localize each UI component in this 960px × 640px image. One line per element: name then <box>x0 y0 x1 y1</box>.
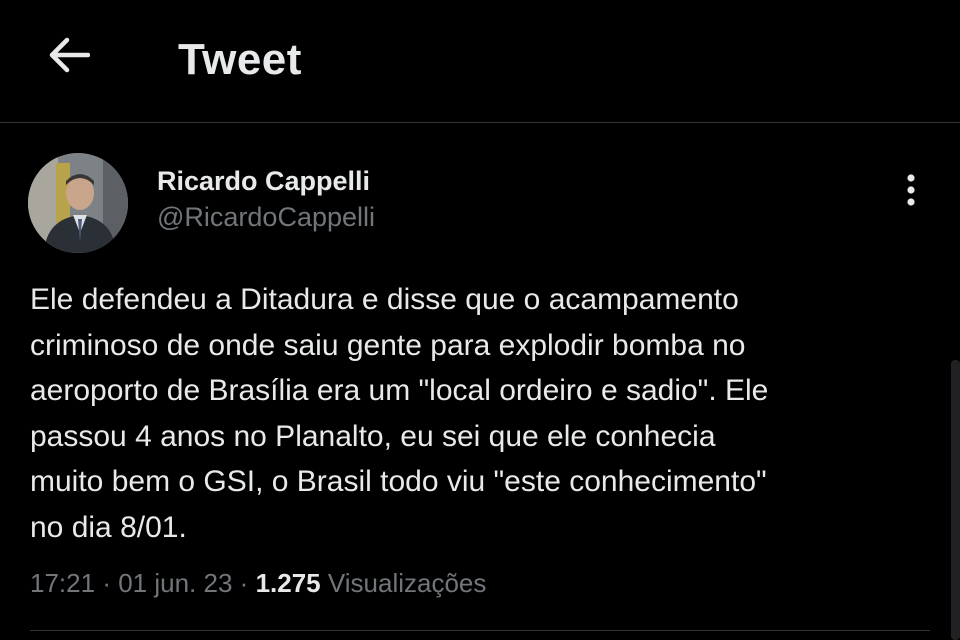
avatar[interactable] <box>28 153 128 253</box>
page-title: Tweet <box>178 35 302 84</box>
views-label[interactable]: Visualizações <box>328 568 487 598</box>
tweet-text: Ele defendeu a Ditadura e disse que o ac… <box>30 283 769 544</box>
arrow-left-icon <box>48 37 91 78</box>
author-handle[interactable]: @RicardoCappelli <box>157 200 375 234</box>
author-name[interactable]: Ricardo Cappelli <box>157 164 370 198</box>
separator: · <box>102 568 111 598</box>
tweet-metadata: 17:21 · 01 jun. 23 · 1.275 Visualizações <box>30 566 486 600</box>
top-bar: Tweet <box>0 0 960 123</box>
divider <box>30 630 930 631</box>
separator: · <box>239 568 249 598</box>
views-count[interactable]: 1.275 <box>256 568 321 598</box>
tweet-date[interactable]: 01 jun. 23 <box>118 568 232 598</box>
tweet-time[interactable]: 17:21 <box>30 568 95 598</box>
more-vertical-icon <box>906 173 916 212</box>
back-button[interactable] <box>40 30 98 84</box>
more-options-button[interactable] <box>895 172 927 212</box>
scrollbar[interactable] <box>951 360 960 640</box>
